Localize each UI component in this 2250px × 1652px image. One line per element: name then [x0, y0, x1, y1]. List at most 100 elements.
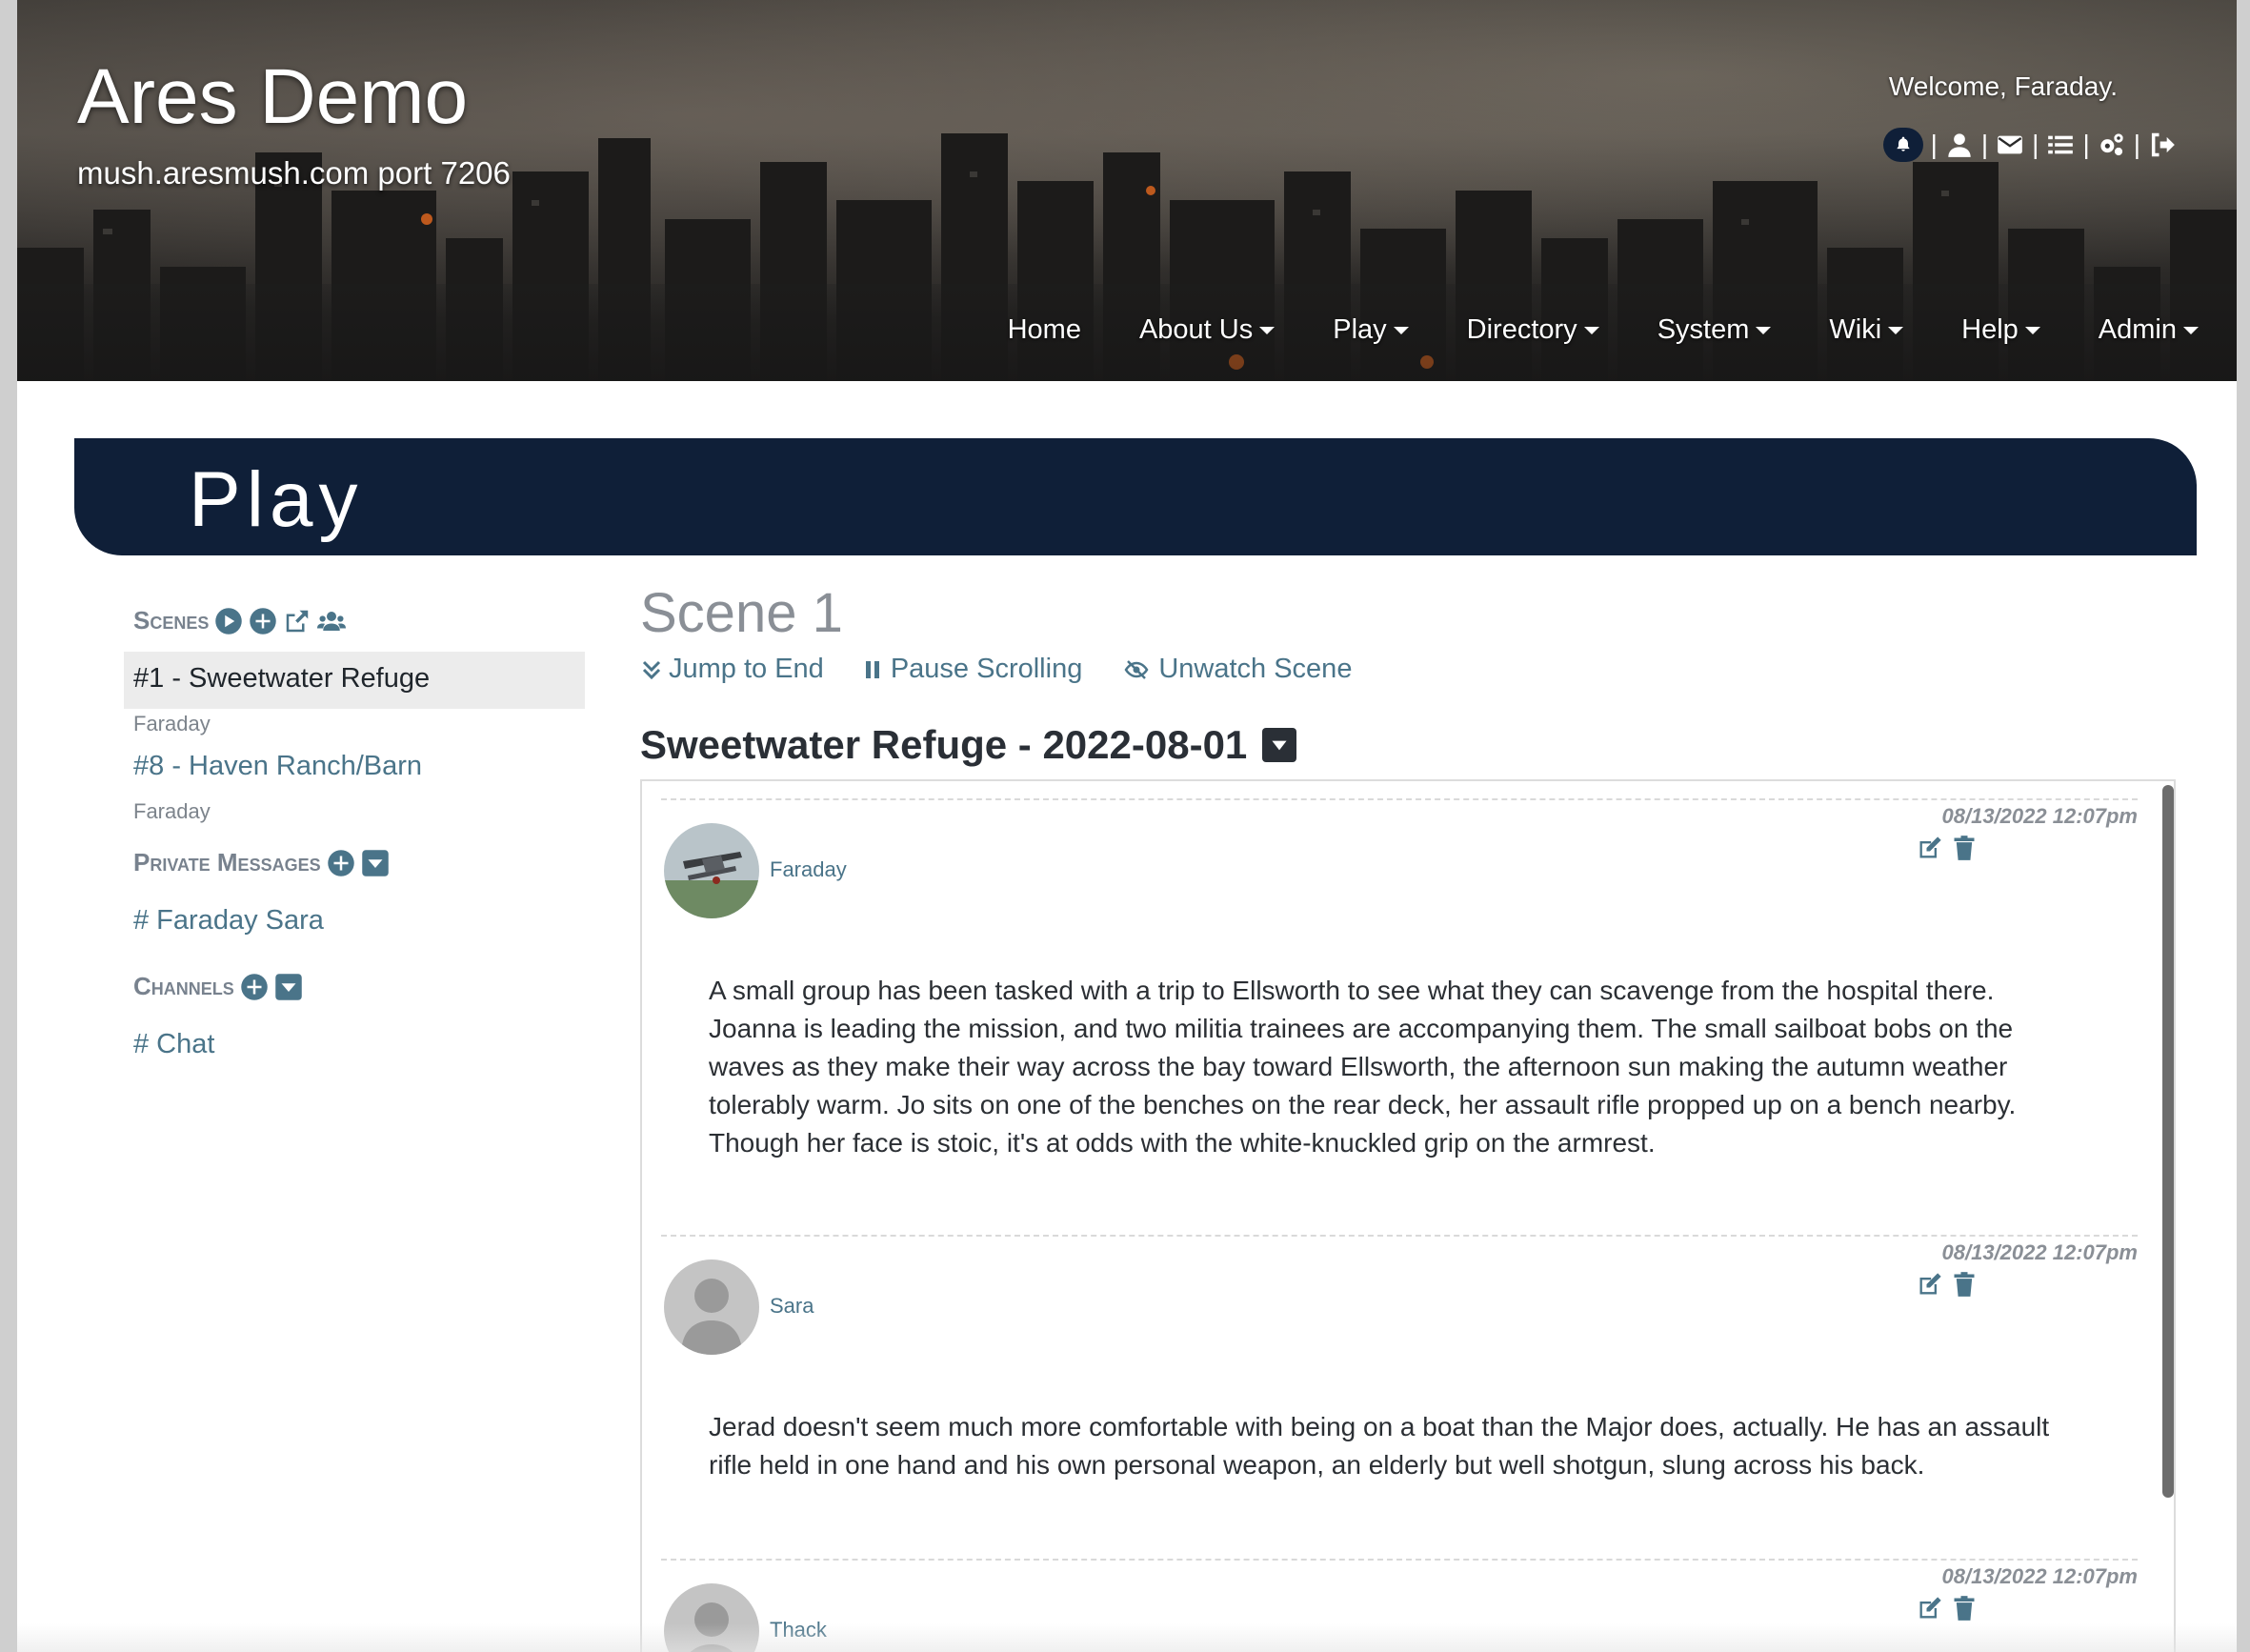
mail-icon[interactable]	[1996, 131, 2024, 159]
caret-down-icon	[1888, 326, 1904, 334]
scene-heading: Sweetwater Refuge - 2022-08-01	[640, 722, 1297, 768]
caret-square-down-icon[interactable]	[1262, 728, 1297, 762]
divider: |	[2082, 130, 2090, 159]
nav-admin[interactable]: Admin	[2099, 314, 2199, 346]
site-subtitle: mush.aresmush.com port 7206	[77, 155, 511, 191]
private-messages-heading: Private Messages	[133, 848, 390, 877]
pose-text: Jerad doesn't seem much more comfortable…	[709, 1412, 2050, 1480]
plus-circle-icon[interactable]	[240, 973, 269, 1001]
caret-down-icon	[1756, 326, 1772, 334]
jump-to-end-label: Jump to End	[669, 654, 824, 684]
caret-down-icon	[1583, 326, 1599, 334]
nav-help[interactable]: Help	[1961, 314, 2040, 346]
scene-link[interactable]: #1 - Sweetwater Refuge	[133, 663, 430, 695]
plus-circle-icon[interactable]	[249, 607, 277, 635]
logout-icon[interactable]	[2148, 131, 2177, 159]
nav-label: Wiki	[1829, 314, 1882, 345]
nav-label: Admin	[2098, 314, 2177, 345]
scene-heading-text: Sweetwater Refuge - 2022-08-01	[640, 722, 1248, 767]
pose-text: A small group has been tasked with a tri…	[709, 976, 2017, 1158]
scene-actions: Jump to End Pause Scrolling Unwatch Scen…	[640, 654, 1390, 685]
divider: |	[1980, 130, 1989, 159]
nav-label: About Us	[1138, 314, 1254, 345]
page: Ares Demo mush.aresmush.com port 7206 We…	[17, 0, 2237, 1652]
plus-circle-icon[interactable]	[327, 849, 355, 877]
scenes-heading-label: Scenes	[133, 606, 210, 635]
gears-icon[interactable]	[2098, 131, 2126, 159]
nav-system[interactable]: System	[1657, 314, 1772, 346]
play-circle-icon[interactable]	[214, 607, 243, 635]
pause-scrolling-button[interactable]: Pause Scrolling	[862, 654, 1083, 685]
nav-play[interactable]: Play	[1333, 314, 1409, 346]
scene-log[interactable]: Faraday 08/13/2022 12:07pm A small group…	[640, 779, 2176, 1652]
main-nav: Home About Us Play Directory System Wiki…	[950, 314, 2199, 346]
caret-down-icon	[1393, 326, 1409, 334]
nav-label: System	[1657, 314, 1750, 345]
edit-icon[interactable]	[1917, 835, 1943, 861]
character-name[interactable]: Sara	[770, 1294, 814, 1319]
caret-square-down-icon[interactable]	[274, 973, 303, 1001]
site-header: Ares Demo mush.aresmush.com port 7206 We…	[17, 0, 2237, 381]
share-icon[interactable]	[283, 607, 311, 635]
caret-down-icon	[2183, 326, 2199, 334]
scene-owner: Faraday	[133, 712, 211, 735]
page-title: Play	[189, 456, 364, 543]
pm-link[interactable]: # Faraday Sara	[133, 905, 324, 937]
avatar[interactable]	[664, 1259, 759, 1355]
nav-directory[interactable]: Directory	[1467, 314, 1599, 346]
trash-icon[interactable]	[1951, 1271, 1978, 1298]
bottom-fade	[17, 1623, 2237, 1652]
divider: |	[1930, 130, 1938, 159]
pm-heading-label: Private Messages	[133, 848, 321, 876]
nav-label: Help	[1961, 314, 2019, 345]
scene-owner: Faraday	[133, 799, 211, 823]
welcome-text: Welcome, Faraday.	[1888, 71, 2118, 101]
pose-tools	[1917, 1595, 1983, 1622]
scene-pose: Faraday 08/13/2022 12:07pm A small group…	[661, 798, 2138, 1235]
log-scrollbar[interactable]	[2162, 785, 2174, 1498]
nav-home[interactable]: Home	[1008, 314, 1081, 346]
channels-heading-label: Channels	[133, 972, 234, 1000]
channel-link[interactable]: # Chat	[133, 1029, 214, 1060]
scene-pose: Sara 08/13/2022 12:07pm Jerad doesn't se…	[661, 1235, 2138, 1559]
channels-heading: Channels	[133, 972, 303, 1001]
nav-label: Play	[1333, 314, 1387, 345]
pose-timestamp: 08/13/2022 12:07pm	[1941, 1564, 2139, 1588]
caret-square-down-icon[interactable]	[361, 849, 390, 877]
pause-icon	[865, 660, 879, 678]
double-chevron-down-icon	[642, 660, 661, 679]
user-icon[interactable]	[1945, 131, 1974, 159]
pose-tools	[1917, 1271, 1983, 1298]
caret-down-icon	[1259, 326, 1276, 334]
pose-timestamp: 08/13/2022 12:07pm	[1941, 804, 2139, 828]
nav-about-us[interactable]: About Us	[1138, 314, 1276, 346]
page-banner: Play	[74, 438, 2197, 555]
divider: |	[2032, 130, 2039, 159]
site-title[interactable]: Ares Demo	[77, 52, 468, 142]
jump-to-end-button[interactable]: Jump to End	[640, 654, 824, 685]
unwatch-scene-label: Unwatch Scene	[1158, 654, 1353, 684]
trash-icon[interactable]	[1951, 1595, 1978, 1622]
nav-label: Directory	[1466, 314, 1577, 345]
scene-title: Scene 1	[640, 582, 843, 644]
pose-timestamp: 08/13/2022 12:07pm	[1941, 1240, 2139, 1264]
pause-scrolling-label: Pause Scrolling	[890, 654, 1083, 684]
nav-label: Home	[1007, 314, 1081, 345]
eye-slash-icon	[1124, 659, 1149, 679]
caret-down-icon	[2024, 326, 2040, 334]
scene-link[interactable]: #8 - Haven Ranch/Barn	[133, 751, 422, 782]
character-name[interactable]: Faraday	[770, 857, 847, 882]
edit-icon[interactable]	[1917, 1595, 1943, 1622]
users-icon[interactable]	[317, 607, 347, 635]
bell-icon[interactable]	[1882, 128, 1923, 162]
edit-icon[interactable]	[1917, 1271, 1943, 1298]
pose-tools	[1917, 835, 1983, 861]
user-toolbar: | | | | |	[1882, 128, 2177, 162]
divider: |	[2133, 130, 2140, 159]
list-icon[interactable]	[2046, 131, 2075, 159]
unwatch-scene-button[interactable]: Unwatch Scene	[1120, 654, 1352, 685]
avatar[interactable]	[664, 823, 759, 918]
scenes-heading: Scenes	[133, 606, 347, 635]
trash-icon[interactable]	[1951, 835, 1978, 861]
nav-wiki[interactable]: Wiki	[1829, 314, 1904, 346]
